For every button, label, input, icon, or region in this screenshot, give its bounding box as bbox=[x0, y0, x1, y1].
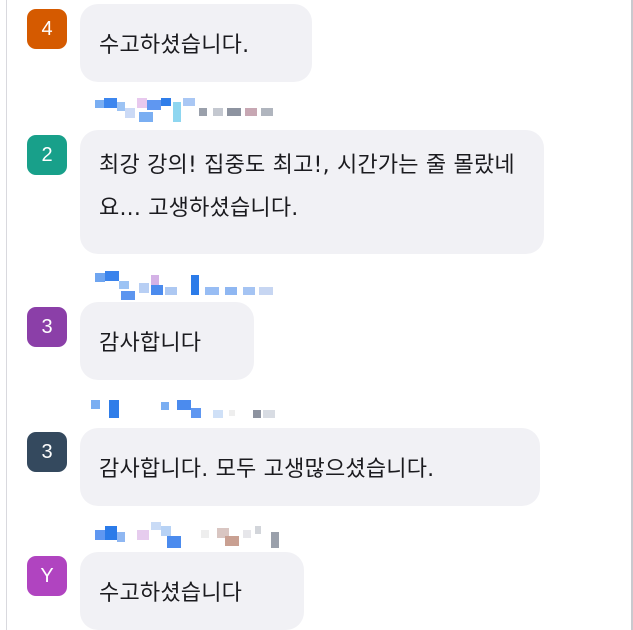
message-bubble: 감사합니다 bbox=[80, 302, 254, 380]
sender-name-redacted bbox=[95, 98, 295, 128]
avatar[interactable]: 4 bbox=[27, 9, 67, 49]
message-text: 감사합니다 bbox=[99, 331, 202, 356]
message-bubble: 최강 강의! 집중도 최고!, 시간가는 줄 몰랐네요... 고생하셨습니다. bbox=[80, 130, 544, 254]
message-bubble: 감사합니다. 모두 고생많으셨습니다. bbox=[80, 428, 540, 506]
sender-name-redacted bbox=[91, 398, 295, 428]
chat-panel: 4 수고하셨습니다. 2 최강 강의! 집중도 최고!, 시간가는 줄 몰랐네요… bbox=[0, 0, 633, 630]
message-text: 수고하셨습니다 bbox=[99, 581, 243, 606]
message-bubble: 수고하셨습니다 bbox=[80, 552, 304, 630]
message-text: 수고하셨습니다. bbox=[99, 33, 250, 58]
avatar[interactable]: 2 bbox=[27, 135, 67, 175]
sender-name-redacted bbox=[95, 271, 295, 301]
avatar[interactable]: 3 bbox=[27, 307, 67, 347]
panel-divider bbox=[6, 0, 7, 630]
message-bubble: 수고하셨습니다. bbox=[80, 4, 312, 82]
avatar[interactable]: 3 bbox=[27, 432, 67, 472]
avatar[interactable]: Y bbox=[27, 556, 67, 596]
message-text: 최강 강의! 집중도 최고!, 시간가는 줄 몰랐네요... 고생하셨습니다. bbox=[99, 153, 515, 221]
message-text: 감사합니다. 모두 고생많으셨습니다. bbox=[99, 457, 435, 482]
sender-name-redacted bbox=[95, 520, 295, 550]
